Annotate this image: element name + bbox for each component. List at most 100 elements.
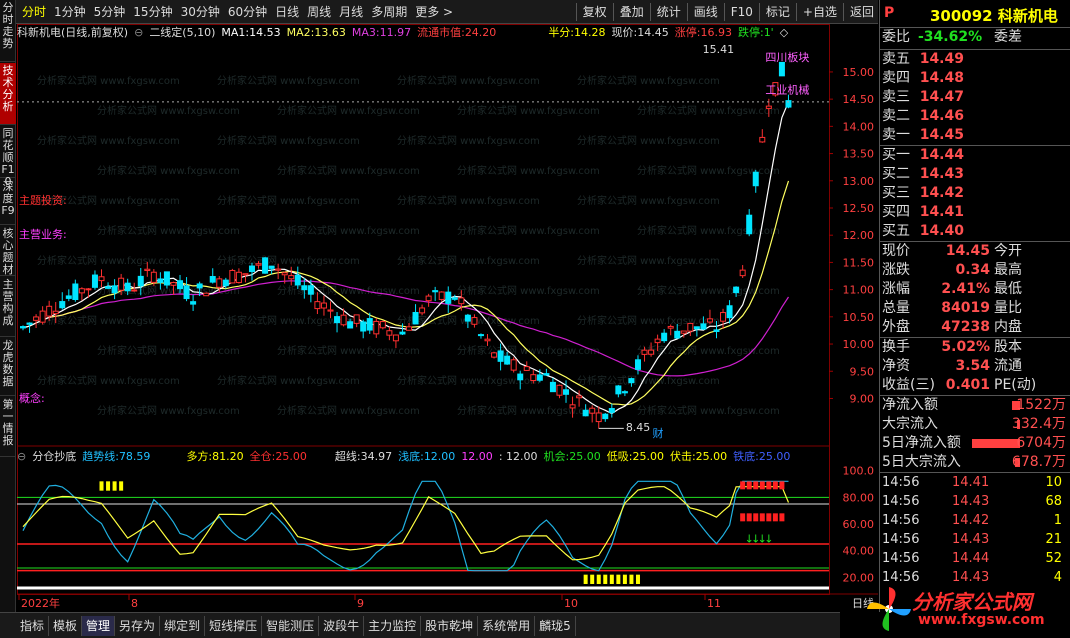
sell-price: 14.45 <box>919 127 964 143</box>
period-tab-1[interactable]: 1分钟 <box>50 1 90 23</box>
period-tab-2[interactable]: 5分钟 <box>90 1 130 23</box>
candle-body <box>641 349 648 355</box>
diamond-icon[interactable]: ◇ <box>780 26 788 39</box>
candle-body <box>347 321 354 329</box>
toolbar-action-0[interactable]: 复权 <box>579 1 611 23</box>
watermark-text: 分析家公式网 www.fxgsw.com <box>37 254 180 267</box>
left-tab-7[interactable]: 第一情报 <box>0 397 16 457</box>
bottom-tab-2[interactable]: 管理 <box>82 615 116 636</box>
red-signal-bar <box>772 481 778 490</box>
candle-body <box>563 389 570 395</box>
stat-label: 总量 <box>882 300 910 316</box>
toolbar-action-2[interactable]: 统计 <box>653 1 685 23</box>
left-tab-4[interactable]: 核心题材 <box>0 226 16 276</box>
stat-row: 现价 14.45 今开 <box>880 242 1070 261</box>
candle-body <box>163 271 170 286</box>
price-axis-label: 12.00 <box>843 229 875 242</box>
tick-list[interactable]: 14:56 14.41 10 14:56 14.43 68 14:56 14.42 1 14:56… <box>880 473 1070 587</box>
candle-body <box>595 412 602 423</box>
bottom-tab-1[interactable]: 模板 <box>49 615 83 636</box>
buy-label: 买四 <box>882 204 910 220</box>
period-tab-3[interactable]: 15分钟 <box>129 1 176 23</box>
toolbar-action-7[interactable]: 返回 <box>846 1 878 23</box>
left-tab-2[interactable]: 同花顺F10 <box>0 126 16 188</box>
candle-body <box>105 286 112 289</box>
tick-price: 14.43 <box>952 532 990 547</box>
industry-tag: 工业机械 <box>765 83 809 97</box>
candle-body <box>549 381 556 393</box>
period-tab-4[interactable]: 30分钟 <box>177 1 224 23</box>
bottom-tab-9[interactable]: 股市乾坤 <box>421 615 479 636</box>
bottom-tab-7[interactable]: 波段牛 <box>319 615 365 636</box>
signal-bar <box>99 481 104 491</box>
bottom-tab-11[interactable]: 麟珑5 <box>535 615 576 636</box>
bottom-tab-3[interactable]: 另存为 <box>115 615 161 636</box>
candle-body <box>530 374 537 382</box>
period-tab-7[interactable]: 周线 <box>303 1 335 23</box>
candle-body <box>386 330 393 336</box>
red-signal-bar-2 <box>759 513 765 522</box>
left-tab-0[interactable]: 分时走势 <box>0 0 16 62</box>
toolbar-action-6[interactable]: +自选 <box>799 1 841 23</box>
candle-body <box>294 274 301 286</box>
stat-value: 5.02% <box>941 339 990 355</box>
candle-body <box>327 309 334 312</box>
candle-body <box>654 338 661 344</box>
collapse-icon[interactable]: ⊖ <box>134 26 143 39</box>
price-value: 14.45 <box>637 26 669 39</box>
float-value: 24.20 <box>464 26 497 39</box>
left-tab-3[interactable]: 深度F9 <box>0 179 16 225</box>
red-signal-bar-2 <box>753 513 759 522</box>
period-tab-0[interactable]: 分时 <box>18 1 50 23</box>
watermark-text: 分析家公式网 www.fxgsw.com <box>637 344 780 357</box>
candle-body <box>137 275 144 287</box>
watermark-text: 分析家公式网 www.fxgsw.com <box>37 134 180 147</box>
limit-down-label: 跌停: <box>737 26 764 39</box>
bottom-tab-10[interactable]: 系统常用 <box>478 615 536 636</box>
candle-body <box>576 395 583 399</box>
bottom-tab-8[interactable]: 主力监控 <box>364 615 422 636</box>
candle-body <box>275 268 282 271</box>
kline-chart[interactable]: 15.00 14.50 14.00 13.50 13.00 12.50 12.00 11.50… <box>17 24 878 612</box>
period-tab-5[interactable]: 60分钟 <box>224 1 271 23</box>
toolbar-action-1[interactable]: 叠加 <box>616 1 648 23</box>
bottom-tab-5[interactable]: 短线撑压 <box>205 615 263 636</box>
absorb-value: 25.00 <box>632 450 664 463</box>
flow-label: 净流入额 <box>882 397 938 413</box>
candle-body <box>556 384 563 396</box>
watermark-text: 分析家公式网 www.fxgsw.com <box>637 104 780 117</box>
period-tab-8[interactable]: 月线 <box>335 1 367 23</box>
red-signal-bar <box>779 481 785 490</box>
weicha-label: 委差 <box>994 29 1022 45</box>
sub-indicator-name[interactable]: 分仓抄底 <box>32 448 76 464</box>
candle-body <box>661 332 668 342</box>
bottom-tab-4[interactable]: 绑定到 <box>160 615 206 636</box>
watermark-text: 分析家公式网 www.fxgsw.com <box>457 104 600 117</box>
indicator-name[interactable]: 二线定(5,10) <box>149 24 215 40</box>
candle-body <box>582 409 589 417</box>
left-tab-1[interactable]: 技术分析 <box>0 63 16 125</box>
line-value: 34.97 <box>360 450 393 463</box>
toolbar-action-3[interactable]: 画线 <box>690 1 722 23</box>
flow-value: 1522万 <box>1016 397 1066 413</box>
left-tab-6[interactable]: 龙虎数据 <box>0 338 16 396</box>
half-label: 半分: <box>548 26 575 39</box>
period-tab-6[interactable]: 日线 <box>271 1 303 23</box>
candle-body <box>334 316 341 324</box>
red-signal-bar <box>766 481 772 490</box>
toolbar-action-5[interactable]: 标记 <box>762 1 794 23</box>
period-tab-9[interactable]: 多周期 <box>367 1 411 23</box>
candle-body <box>98 276 105 282</box>
candle-body <box>720 312 727 322</box>
left-tab-5[interactable]: 主营构成 <box>0 277 16 337</box>
bottom-tab-6[interactable]: 智能测压 <box>262 615 320 636</box>
period-tab-10[interactable]: 更多 > <box>411 1 457 23</box>
stat-label: 涨幅 <box>882 281 910 297</box>
tick-volume: 1 <box>1053 513 1062 528</box>
bottom-tab-0[interactable]: 指标 <box>16 615 50 636</box>
sub-collapse-icon[interactable]: ⊖ <box>17 450 26 463</box>
pinwheel-logo-icon <box>867 587 911 631</box>
watermark-text: 分析家公式网 www.fxgsw.com <box>97 104 240 117</box>
watermark-text: 分析家公式网 www.fxgsw.com <box>577 314 720 327</box>
toolbar-action-4[interactable]: F10 <box>727 1 757 23</box>
